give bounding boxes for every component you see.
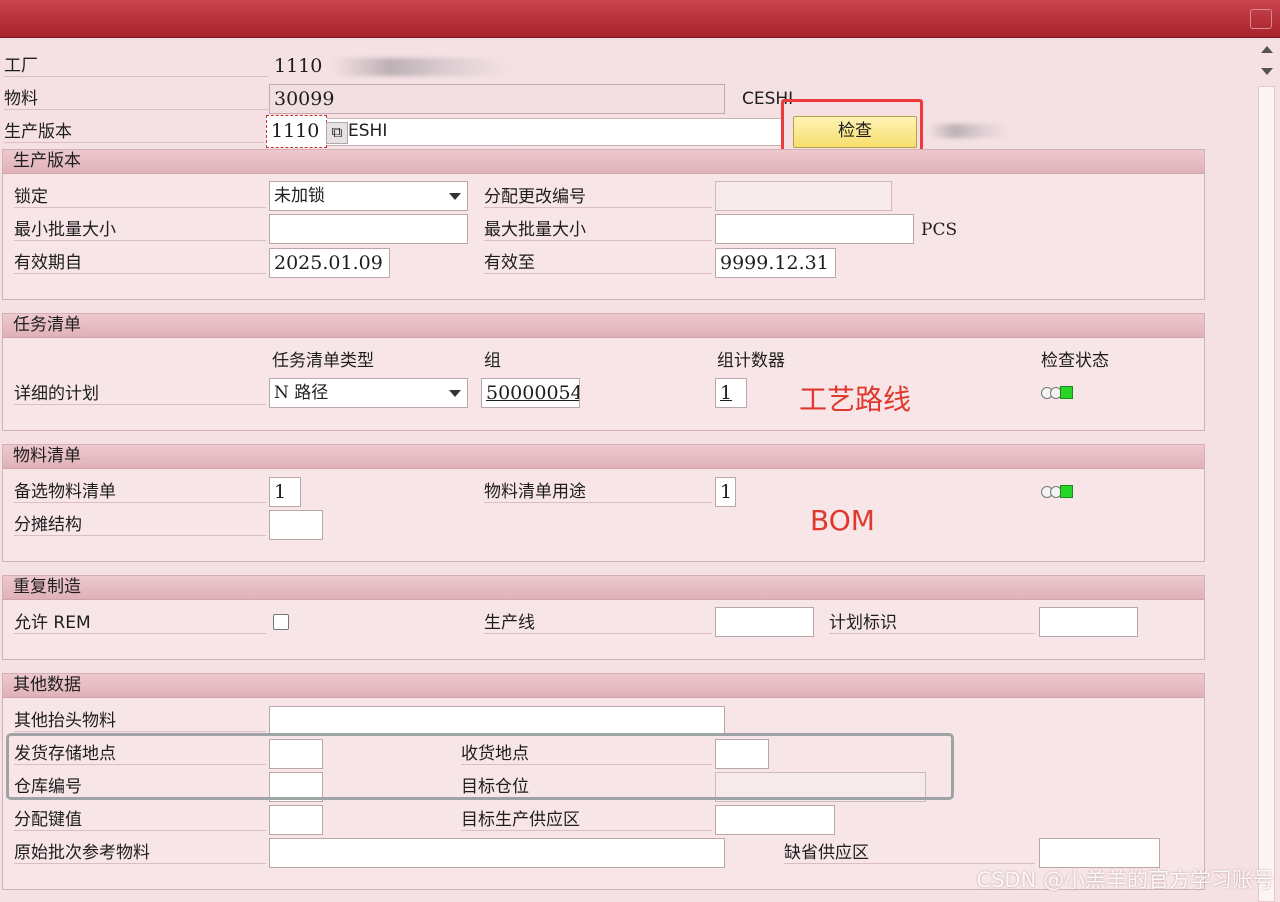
section-task-list: 任务清单: [2, 313, 1205, 431]
section-title: 重复制造: [3, 576, 1204, 600]
green-light-icon: [1041, 386, 1073, 400]
default-supply-area-label: 缺省供应区: [784, 843, 1035, 864]
check-button[interactable]: 检查: [793, 116, 917, 148]
original-batch-material-label: 原始批次参考物料: [14, 843, 266, 864]
max-lot-field[interactable]: [715, 214, 914, 244]
version-description-field: [325, 118, 782, 146]
section-title: 其他数据: [3, 674, 1204, 698]
planning-id-label: 计划标识: [829, 613, 1035, 634]
bom-usage-field[interactable]: 1: [715, 477, 736, 507]
group-value: 50000054: [486, 382, 580, 404]
target-supply-area-label: 目标生产供应区: [461, 810, 712, 831]
scroll-down-icon[interactable]: [1261, 68, 1273, 75]
watermark: CSDN @小羔羊的官方学习账号: [976, 868, 1274, 892]
group-counter-field[interactable]: 1: [715, 378, 747, 408]
min-lot-label: 最小批量大小: [14, 220, 266, 241]
version-description: ESHI: [348, 121, 388, 141]
group-field[interactable]: 50000054: [481, 378, 580, 408]
redacted-text: [928, 124, 1008, 138]
section-bom: 物料清单: [2, 444, 1205, 562]
material-field[interactable]: 30099: [269, 84, 725, 114]
window-title-bar: [0, 0, 1280, 38]
task-list-type-value: N 路径: [274, 383, 329, 403]
min-lot-field[interactable]: [269, 214, 468, 244]
plant-label: 工厂: [4, 56, 268, 77]
section-title: 生产版本: [3, 150, 1204, 174]
task-list-type-dropdown[interactable]: N 路径: [269, 378, 468, 408]
plant-value: 1110: [274, 55, 323, 77]
target-supply-area-field[interactable]: [715, 805, 835, 835]
check-status-column-header: 检查状态: [1041, 351, 1109, 371]
distribution-key-label: 分配键值: [14, 810, 266, 831]
lock-dropdown[interactable]: 未加锁: [269, 181, 468, 211]
other-header-material-field[interactable]: [269, 706, 725, 736]
valid-to-label: 有效至: [484, 253, 712, 274]
highlight-box: [6, 733, 954, 800]
scroll-up-icon[interactable]: [1261, 46, 1273, 53]
allow-rem-checkbox[interactable]: [273, 614, 289, 630]
allow-rem-label: 允许 REM: [14, 613, 266, 634]
bom-usage-label: 物料清单用途: [484, 482, 712, 503]
bom-annotation: BOM: [810, 504, 875, 537]
alternative-bom-field[interactable]: 1: [269, 477, 301, 507]
value-help-icon[interactable]: ⧉: [326, 122, 348, 144]
redacted-plant-name: [332, 58, 508, 76]
valid-from-field[interactable]: 2025.01.09: [269, 248, 390, 278]
alternative-bom-label: 备选物料清单: [14, 482, 266, 503]
routing-annotation: 工艺路线: [799, 383, 912, 416]
apportion-structure-field[interactable]: [269, 510, 323, 540]
dropdown-arrow-icon[interactable]: [449, 193, 461, 200]
section-title: 任务清单: [3, 314, 1204, 338]
material-label: 物料: [4, 89, 268, 110]
task-type-column-header: 任务清单类型: [272, 351, 374, 371]
dropdown-arrow-icon[interactable]: [449, 390, 461, 397]
original-batch-material-field[interactable]: [269, 838, 725, 868]
group-counter-column-header: 组计数器: [717, 351, 785, 371]
group-column-header: 组: [484, 351, 501, 371]
green-light-icon: [1041, 485, 1073, 499]
lock-value: 未加锁: [274, 186, 325, 206]
valid-to-field[interactable]: 9999.12.31: [715, 248, 836, 278]
planning-id-field[interactable]: [1039, 607, 1138, 637]
change-number-field[interactable]: [715, 181, 892, 211]
detailed-plan-label: 详细的计划: [14, 384, 266, 405]
production-version-field[interactable]: 1110: [266, 115, 327, 148]
change-number-label: 分配更改编号: [484, 187, 712, 208]
valid-from-label: 有效期自: [14, 253, 266, 274]
max-lot-label: 最大批量大小: [484, 220, 712, 241]
section-title: 物料清单: [3, 445, 1204, 469]
lock-label: 锁定: [14, 187, 266, 208]
apportion-structure-label: 分摊结构: [14, 515, 266, 536]
production-line-label: 生产线: [484, 613, 712, 634]
distribution-key-field[interactable]: [269, 805, 323, 835]
vertical-scrollbar[interactable]: [1255, 38, 1280, 902]
scroll-track[interactable]: [1258, 86, 1275, 902]
unit-label: PCS: [921, 220, 958, 240]
other-header-material-label: 其他抬头物料: [14, 711, 266, 732]
window-control-button[interactable]: [1250, 9, 1272, 29]
group-counter-value: 1: [720, 382, 733, 404]
production-line-field[interactable]: [715, 607, 814, 637]
production-version-label: 生产版本: [4, 122, 264, 143]
